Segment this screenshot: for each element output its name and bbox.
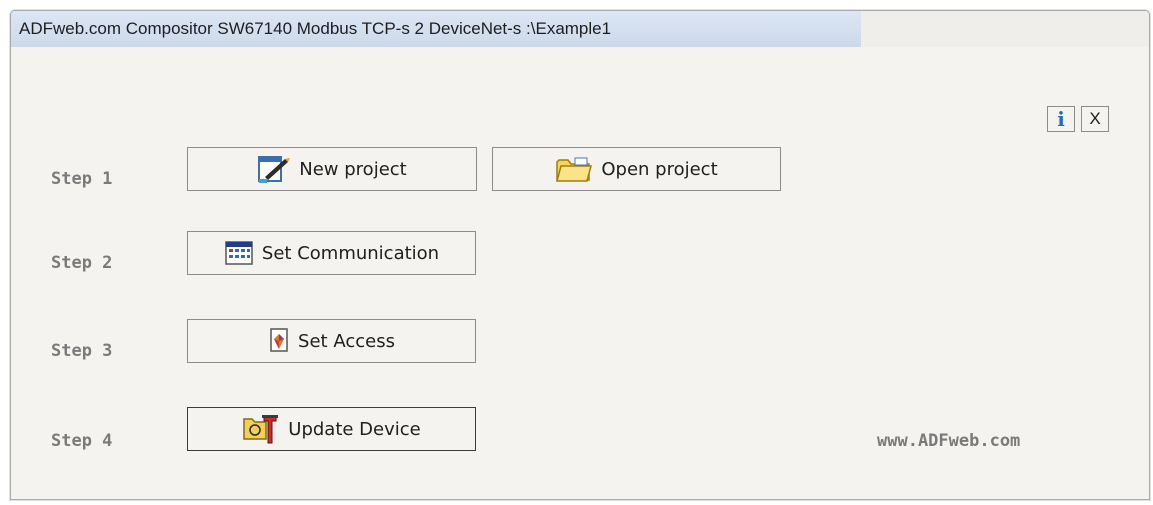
communication-table-icon	[224, 239, 254, 267]
new-project-label: New project	[299, 158, 407, 180]
new-project-icon	[257, 153, 291, 185]
close-button[interactable]: X	[1081, 106, 1109, 132]
open-project-button[interactable]: Open project	[492, 147, 781, 191]
info-button[interactable]: i	[1047, 106, 1075, 132]
update-device-label: Update Device	[288, 418, 421, 440]
step-1-label: Step 1	[51, 169, 113, 189]
website-link: www.ADFweb.com	[877, 431, 1021, 451]
step-4-label: Step 4	[51, 431, 113, 451]
folder-icon	[555, 154, 593, 184]
main-panel: Step 1 Step 2 Step 3 Step 4 New project	[11, 47, 1149, 499]
set-communication-button[interactable]: Set Communication	[187, 231, 476, 275]
new-project-button[interactable]: New project	[187, 147, 477, 191]
open-project-label: Open project	[601, 158, 718, 180]
app-window: ADFweb.com Compositor SW67140 Modbus TCP…	[10, 10, 1150, 500]
access-icon	[268, 327, 290, 355]
title-bar-blank	[861, 11, 1149, 47]
step-3-label: Step 3	[51, 341, 113, 361]
title-bar: ADFweb.com Compositor SW67140 Modbus TCP…	[11, 11, 1149, 47]
set-communication-label: Set Communication	[261, 242, 440, 264]
close-icon: X	[1089, 109, 1101, 128]
step-2-label: Step 2	[51, 253, 113, 273]
set-access-button[interactable]: Set Access	[187, 319, 476, 363]
window-title: ADFweb.com Compositor SW67140 Modbus TCP…	[19, 19, 612, 38]
set-access-label: Set Access	[298, 330, 395, 352]
update-device-icon	[242, 413, 280, 445]
update-device-button[interactable]: Update Device	[187, 407, 476, 451]
info-icon: i	[1057, 107, 1065, 131]
